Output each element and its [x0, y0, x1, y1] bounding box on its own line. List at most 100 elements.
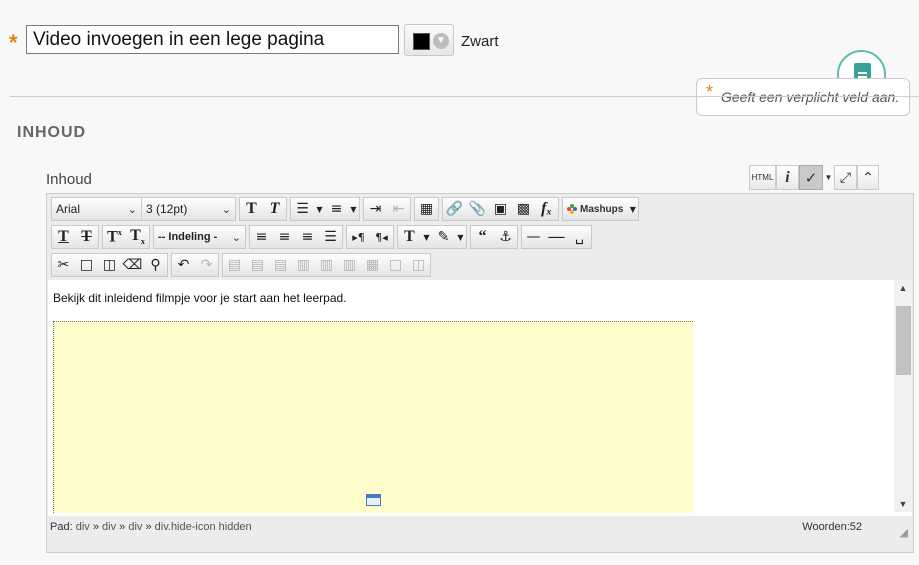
- table-cell-props-button[interactable]: ▦: [361, 254, 384, 276]
- fullscreen-icon: ⤢: [839, 169, 852, 185]
- rtl-button[interactable]: ¶◂: [370, 226, 393, 248]
- strikethrough-button[interactable]: T: [75, 226, 98, 248]
- align-left-icon: ≡: [255, 229, 268, 245]
- math-formula-button[interactable]: fₓ: [535, 198, 558, 220]
- vertical-scrollbar[interactable]: ▲ ▼: [894, 280, 912, 512]
- spellcheck-dropdown[interactable]: ▼: [823, 165, 834, 190]
- numbered-list-button[interactable]: ≡: [325, 198, 348, 220]
- copy-button[interactable]: □: [75, 254, 98, 276]
- chevron-up-icon: ⌃: [862, 169, 874, 185]
- resize-handle-icon[interactable]: ◢: [900, 526, 908, 539]
- font-size-value: 3 (12pt): [146, 202, 188, 216]
- mashups-button[interactable]: Mashups: [563, 198, 627, 220]
- info-button[interactable]: i: [776, 165, 799, 190]
- redo-button[interactable]: ↷: [195, 254, 218, 276]
- title-input[interactable]: [26, 25, 399, 54]
- table-merge-button[interactable]: □: [384, 254, 407, 276]
- table-delete-row-button[interactable]: ▤: [269, 254, 292, 276]
- clipboard-icon: ◫: [102, 257, 117, 273]
- horizontal-rule-button[interactable]: —: [522, 226, 545, 248]
- scroll-down-arrow-icon[interactable]: ▼: [894, 499, 912, 509]
- scroll-up-arrow-icon[interactable]: ▲: [894, 283, 912, 293]
- color-picker-button[interactable]: ▼: [404, 24, 454, 56]
- font-size-select[interactable]: 3 (12pt) ⌄: [142, 198, 235, 220]
- toolbar-row-2: T T Tx Tx -- Indeling - ⌄ ≡ ≡ ≡ ☰ ▸¶ ¶◂ …: [51, 224, 595, 250]
- paragraph-format-value: -- Indeling -: [158, 231, 218, 243]
- path-crumb[interactable]: div: [128, 521, 142, 533]
- align-right-button[interactable]: ≡: [296, 226, 319, 248]
- insert-media-button[interactable]: ▩: [512, 198, 535, 220]
- bold-icon: T: [246, 200, 257, 217]
- bullet-list-dropdown[interactable]: ▼: [314, 198, 325, 220]
- spellcheck-button[interactable]: ✓: [799, 165, 823, 190]
- editor-top-tools: HTML i ✓ ▼ ⤢ ⌃: [749, 165, 879, 190]
- path-crumb[interactable]: div.hide-icon hidden: [155, 521, 252, 533]
- table-row-before-button[interactable]: ▤: [223, 254, 246, 276]
- paragraph-format-select[interactable]: -- Indeling - ⌄: [154, 226, 245, 248]
- table-row-icon: ▤: [273, 257, 288, 273]
- cut-button[interactable]: ✂: [52, 254, 75, 276]
- paste-button[interactable]: ◫: [98, 254, 121, 276]
- table-button[interactable]: ▦: [415, 198, 438, 220]
- attach-file-button[interactable]: 📎: [466, 198, 489, 220]
- undo-button[interactable]: ↶: [172, 254, 195, 276]
- superscript-button[interactable]: Tx: [103, 226, 126, 248]
- thick-rule-icon: —: [548, 228, 565, 245]
- outdent-button[interactable]: ⇤: [387, 198, 410, 220]
- clear-format-button[interactable]: ⌫: [121, 254, 144, 276]
- text-color-button[interactable]: T: [398, 226, 421, 248]
- italic-button[interactable]: T: [263, 198, 286, 220]
- table-delete-col-button[interactable]: ▥: [338, 254, 361, 276]
- content-paragraph[interactable]: Bekijk dit inleidend filmpje voor je sta…: [53, 291, 347, 305]
- align-left-button[interactable]: ≡: [250, 226, 273, 248]
- table-col-after-button[interactable]: ▥: [315, 254, 338, 276]
- horizontal-rule-icon: —: [526, 229, 541, 245]
- table-split-button[interactable]: ◫: [407, 254, 430, 276]
- editor-content-area[interactable]: Bekijk dit inleidend filmpje voor je sta…: [48, 280, 912, 516]
- underline-button[interactable]: T: [52, 226, 75, 248]
- ltr-icon: ▸¶: [352, 230, 365, 244]
- table-col-icon: ▥: [342, 257, 357, 273]
- mashups-label: Mashups: [580, 203, 624, 215]
- anchor-button[interactable]: ⚓: [494, 226, 517, 248]
- numbered-list-dropdown[interactable]: ▼: [348, 198, 359, 220]
- highlight-dropdown[interactable]: ▼: [455, 226, 466, 248]
- align-right-icon: ≡: [301, 229, 314, 245]
- insert-image-button[interactable]: ▣: [489, 198, 512, 220]
- bold-button[interactable]: T: [240, 198, 263, 220]
- nonbreaking-space-button[interactable]: ␣: [568, 226, 591, 248]
- path-crumb[interactable]: div: [102, 521, 116, 533]
- html-source-button[interactable]: HTML: [749, 165, 776, 190]
- collapse-toolbar-button[interactable]: ⌃: [857, 165, 879, 190]
- align-justify-button[interactable]: ☰: [319, 226, 342, 248]
- element-path: Pad: div » div » div » div.hide-icon hid…: [50, 521, 252, 533]
- table-col-before-button[interactable]: ▥: [292, 254, 315, 276]
- find-button[interactable]: ⚲: [144, 254, 167, 276]
- underline-icon: T: [58, 228, 69, 245]
- quote-icon: “: [478, 228, 487, 245]
- thick-rule-button[interactable]: —: [545, 226, 568, 248]
- color-name-label: Zwart: [461, 33, 499, 50]
- scrollbar-thumb[interactable]: [896, 306, 911, 375]
- table-cell-icon: ▦: [365, 257, 380, 273]
- indent-button[interactable]: ⇥: [364, 198, 387, 220]
- color-swatch: [413, 33, 430, 50]
- ltr-button[interactable]: ▸¶: [347, 226, 370, 248]
- subscript-button[interactable]: Tx: [126, 226, 149, 248]
- link-button[interactable]: 🔗: [443, 198, 466, 220]
- path-separator: »: [145, 521, 152, 533]
- table-row-after-button[interactable]: ▤: [246, 254, 269, 276]
- section-title: INHOUD: [17, 124, 87, 141]
- copy-icon: □: [79, 257, 94, 273]
- align-center-icon: ≡: [278, 229, 291, 245]
- font-family-select[interactable]: Arial ⌄: [52, 198, 142, 220]
- fullscreen-button[interactable]: ⤢: [834, 165, 857, 190]
- align-center-button[interactable]: ≡: [273, 226, 296, 248]
- mashups-dropdown[interactable]: ▼: [627, 198, 638, 220]
- video-embed-placeholder[interactable]: [53, 321, 693, 513]
- blockquote-button[interactable]: “: [471, 226, 494, 248]
- text-color-dropdown[interactable]: ▼: [421, 226, 432, 248]
- bullet-list-button[interactable]: ☰: [291, 198, 314, 220]
- path-crumb[interactable]: div: [76, 521, 90, 533]
- highlight-button[interactable]: ✎: [432, 226, 455, 248]
